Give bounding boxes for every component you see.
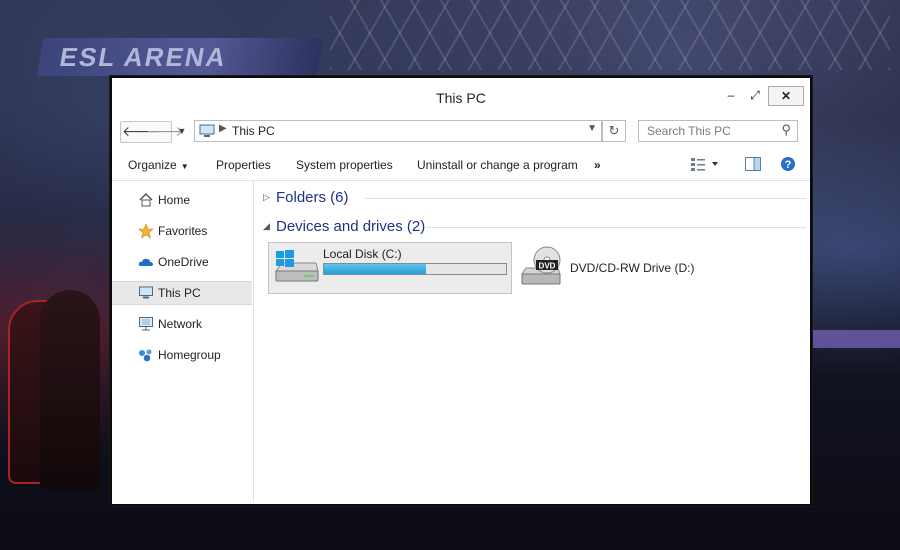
more-commands-button[interactable]: » (594, 158, 601, 172)
command-bar: Organize ▼ Properties System properties U… (112, 150, 810, 181)
network-icon (139, 317, 153, 331)
drive-dvd[interactable]: DVD DVD/CD-RW Drive (D:) (518, 242, 718, 292)
expand-icon[interactable]: ▷ (263, 192, 270, 203)
change-view-button[interactable] (690, 156, 720, 175)
sidebar-item-label: Favorites (158, 224, 208, 238)
search-input[interactable]: Search This PC (647, 124, 731, 138)
homegroup-icon (139, 349, 152, 362)
home-icon (139, 192, 153, 207)
background-banner: ESL ARENA (36, 38, 324, 76)
navigation-bar: 🡐 🡒 ▼ ▶ This PC ▼ ↻ Search This PC ⚲ (112, 120, 810, 146)
group-header-label: Folders (6) (276, 189, 349, 206)
explorer-window: This PC – ⤢ ✕ 🡐 🡒 ▼ ▶ This PC ▼ ↻ Search… (110, 76, 812, 506)
group-divider (426, 227, 806, 228)
dvd-icon-text: DVD (539, 262, 556, 271)
sidebar-item-favorites[interactable]: Favorites (112, 220, 252, 242)
forward-button[interactable]: 🡒 (146, 121, 184, 141)
sidebar-item-home[interactable]: Home (112, 189, 252, 211)
preview-pane-button[interactable] (744, 156, 762, 175)
sidebar-item-onedrive[interactable]: OneDrive (112, 251, 252, 273)
star-icon (138, 223, 154, 239)
search-box[interactable]: Search This PC ⚲ (638, 120, 798, 142)
address-bar[interactable]: ▶ This PC ▼ (194, 120, 602, 142)
sidebar-item-label: OneDrive (158, 255, 209, 269)
disk-usage-bar (323, 263, 507, 275)
sidebar-item-this-pc[interactable]: This PC (112, 281, 252, 305)
chevron-down-icon: ▼ (177, 126, 187, 136)
background-truss (330, 0, 890, 70)
sidebar-item-label: This PC (158, 286, 201, 300)
uninstall-program-button[interactable]: Uninstall or change a program (417, 158, 578, 172)
sidebar-item-label: Home (158, 193, 191, 207)
drive-name: Local Disk (C:) (323, 247, 402, 261)
organize-button[interactable]: Organize ▼ (128, 158, 189, 172)
breadcrumb-separator-icon: ▶ (219, 123, 227, 134)
svg-text:?: ? (785, 159, 792, 171)
system-properties-button[interactable]: System properties (296, 158, 393, 172)
group-devices-and-drives[interactable]: ◢ Devices and drives (2) (254, 216, 810, 238)
computer-icon (139, 286, 153, 299)
address-path[interactable]: This PC (232, 124, 275, 138)
sidebar-item-label: Homegroup (158, 348, 221, 362)
help-button[interactable]: ? (780, 156, 796, 175)
disk-usage-fill (324, 264, 426, 274)
group-divider (364, 198, 806, 199)
organize-label: Organize (128, 158, 177, 172)
sidebar-item-label: Network (158, 317, 203, 331)
dvd-drive-icon: DVD (521, 246, 561, 285)
view-options-icon (691, 158, 718, 171)
group-header-label: Devices and drives (2) (276, 218, 426, 235)
chevron-down-icon: ▼ (180, 162, 189, 171)
drive-name: DVD/CD-RW Drive (D:) (570, 261, 695, 275)
background-stage (808, 330, 900, 348)
title-bar[interactable]: This PC – ⤢ ✕ (112, 78, 810, 114)
minimize-button[interactable]: – (718, 86, 744, 104)
preview-pane-icon (745, 157, 761, 171)
search-icon: ⚲ (781, 122, 791, 137)
back-button[interactable]: 🡐 (122, 121, 160, 141)
background-chair (40, 290, 100, 490)
hard-drive-icon (275, 250, 319, 282)
cloud-icon (138, 258, 153, 266)
properties-button[interactable]: Properties (216, 158, 271, 172)
group-folders[interactable]: ▷ Folders (6) (254, 187, 810, 209)
help-icon: ? (781, 157, 795, 171)
computer-icon (199, 124, 215, 137)
sidebar-item-network[interactable]: Network (112, 313, 252, 335)
sidebar-item-homegroup[interactable]: Homegroup (112, 344, 252, 366)
address-dropdown-icon[interactable]: ▼ (587, 123, 597, 134)
refresh-button[interactable]: ↻ (602, 120, 626, 142)
content-pane: ▷ Folders (6) ◢ Devices and drives (2) L… (254, 181, 810, 502)
maximize-button[interactable]: ⤢ (742, 86, 768, 104)
refresh-icon: ↻ (608, 123, 620, 138)
recent-locations-button[interactable]: ▼ (172, 121, 192, 141)
navigation-pane: Home Favorites OneDrive This PC Network … (112, 181, 254, 502)
collapse-icon[interactable]: ◢ (263, 221, 270, 232)
close-button[interactable]: ✕ (768, 86, 804, 106)
window-title: This PC (436, 90, 486, 106)
drive-local-disk[interactable]: Local Disk (C:) (268, 242, 512, 294)
